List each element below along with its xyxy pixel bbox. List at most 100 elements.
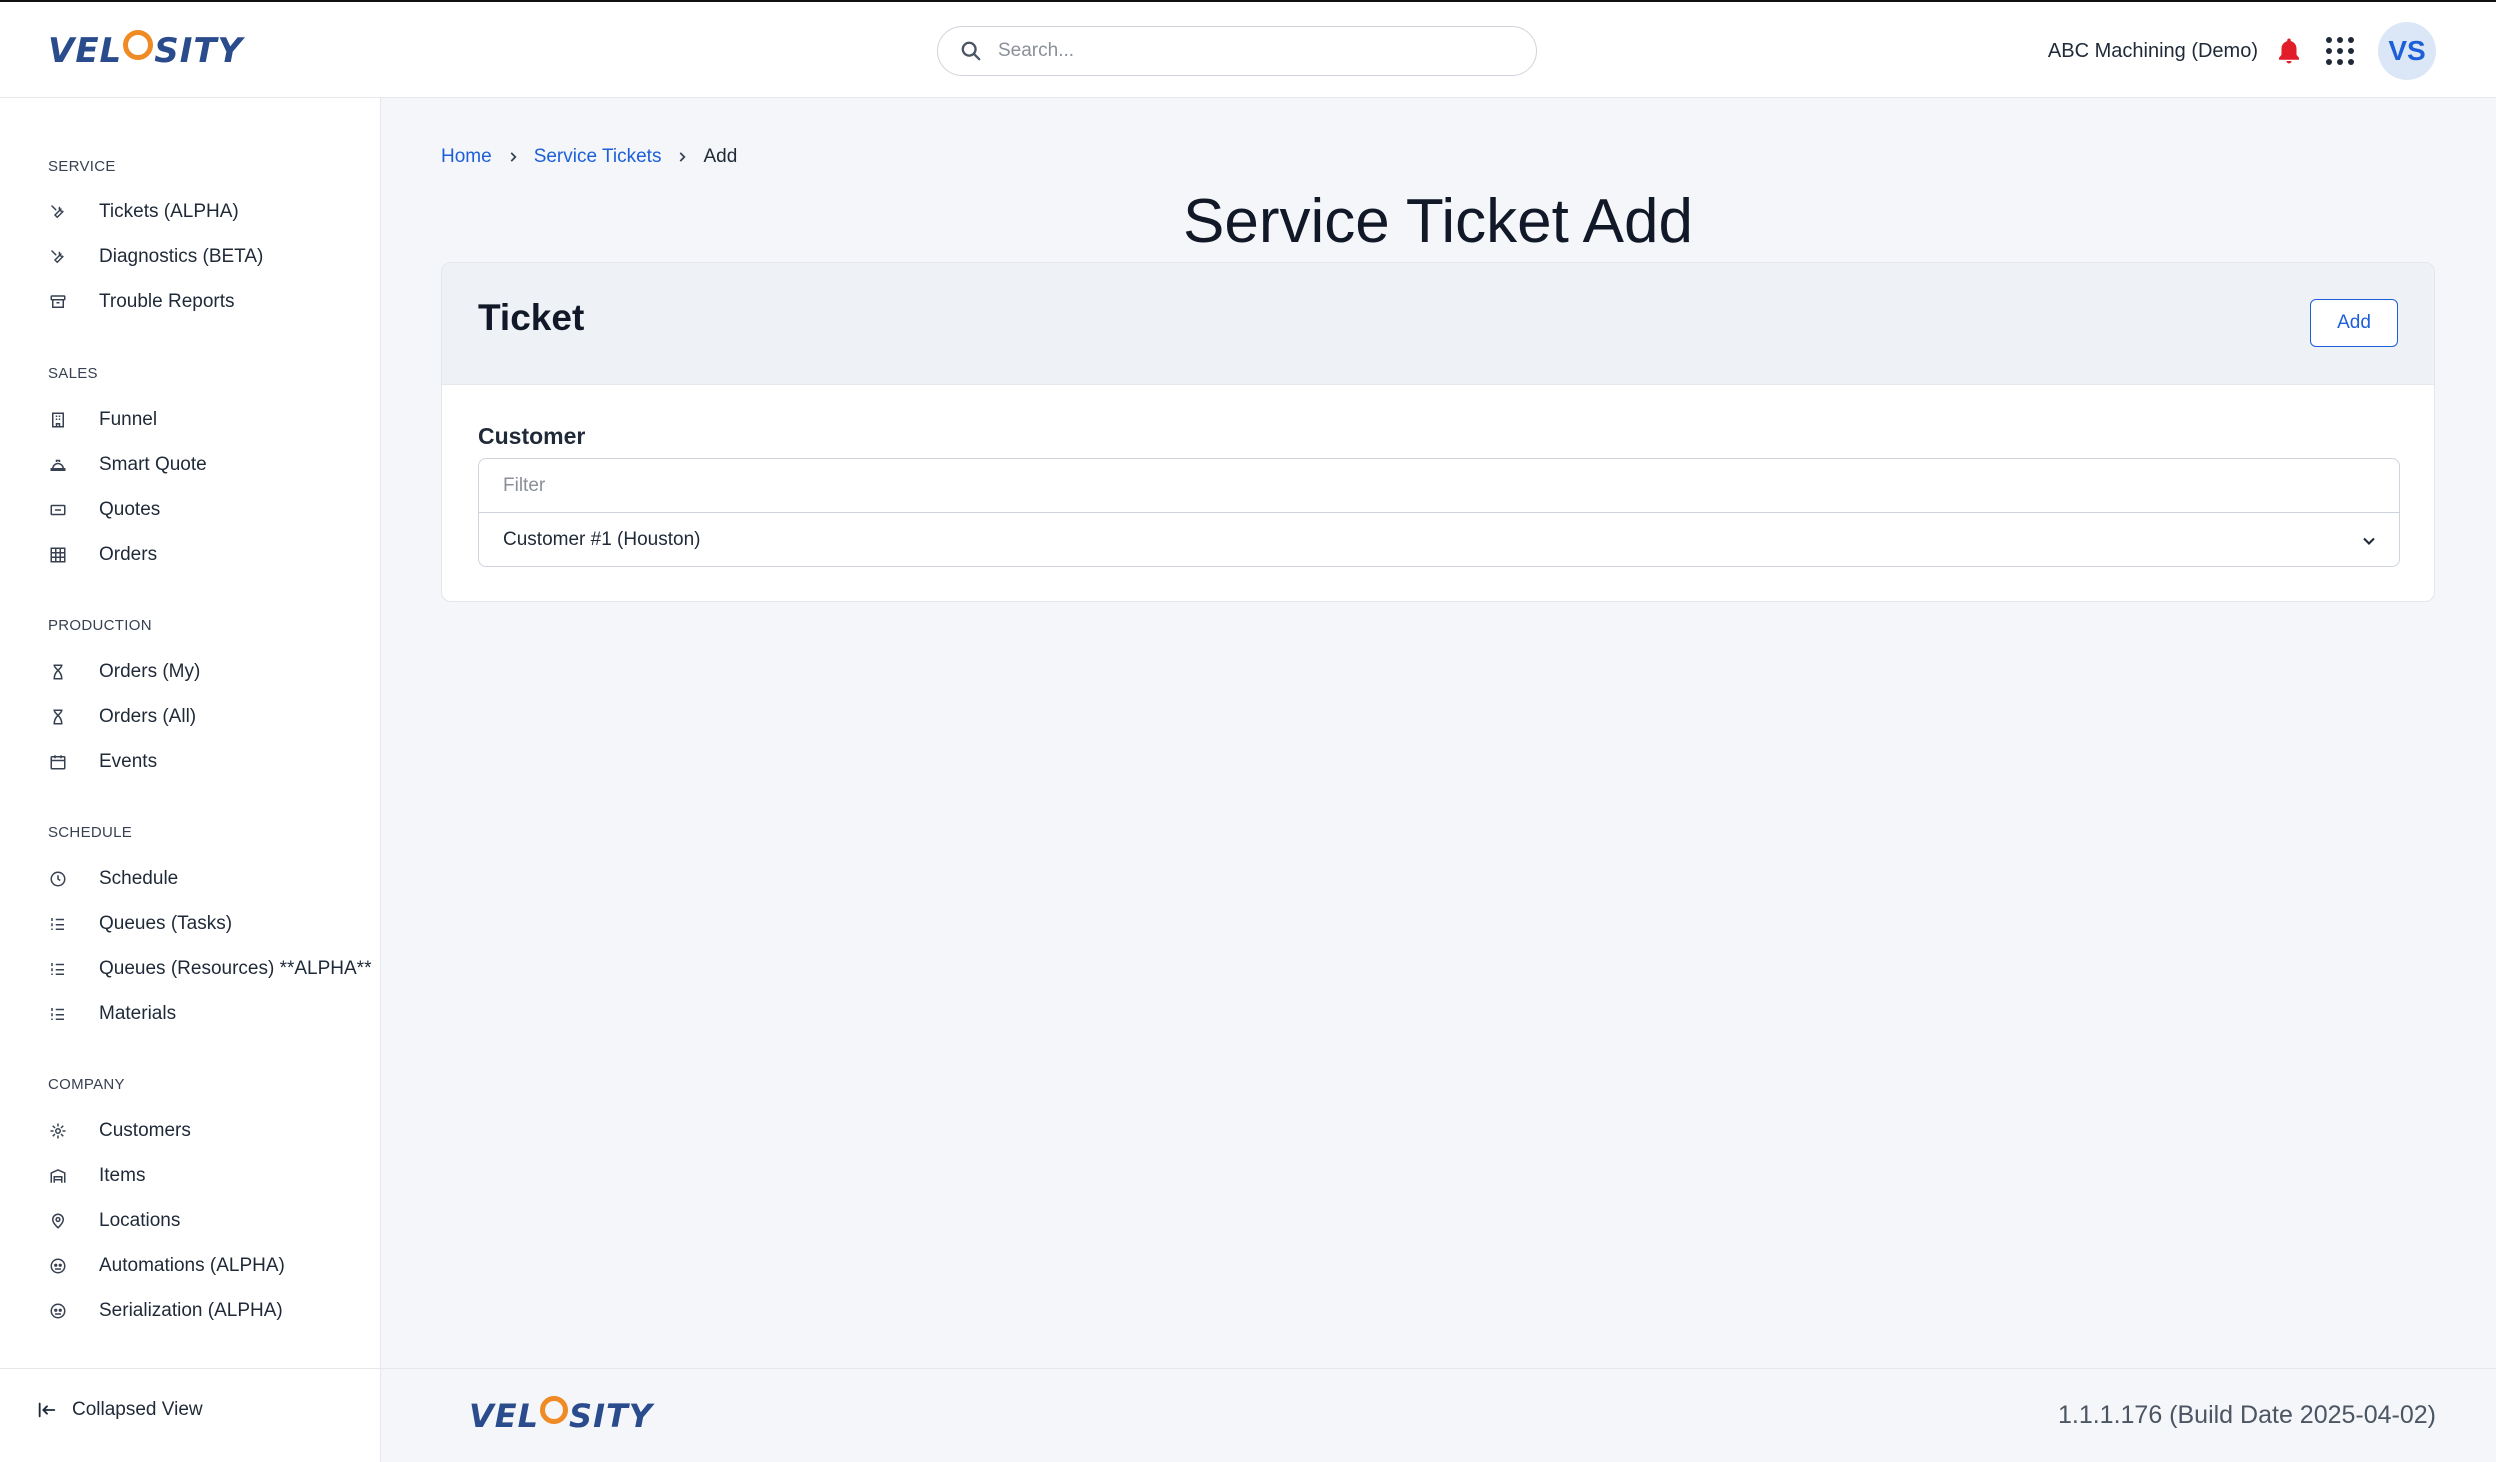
version-text: 1.1.1.176 (Build Date 2025-04-02) bbox=[2057, 1401, 2436, 1429]
bell-icon[interactable] bbox=[2274, 36, 2304, 66]
sidebar-item-label: Funnel bbox=[99, 409, 158, 430]
chevron-right-icon bbox=[680, 152, 687, 162]
sidebar-item-automations-alpha[interactable]: Automations (ALPHA) bbox=[48, 1248, 373, 1284]
calendar-icon bbox=[48, 752, 68, 772]
sidebar-item-queues-resources[interactable]: Queues (Resources) **ALPHA** bbox=[48, 951, 373, 987]
sidebar-item-diagnostics-beta[interactable]: Diagnostics (BETA) bbox=[48, 239, 373, 275]
sidebar-item-label: Diagnostics (BETA) bbox=[99, 246, 264, 267]
page-title: Service Ticket Add bbox=[1182, 187, 1694, 256]
wrench-icon bbox=[48, 247, 68, 267]
robot-icon bbox=[48, 1256, 68, 1276]
card-title: Ticket bbox=[478, 297, 585, 338]
list-icon bbox=[48, 914, 68, 934]
hourglass-icon bbox=[48, 662, 68, 682]
sidebar-section-sales: SALES bbox=[48, 365, 98, 382]
ticket-card: Ticket Add Customer Customer #1 (Houston… bbox=[441, 262, 2435, 602]
card-header: Ticket Add bbox=[442, 263, 2434, 385]
sidebar-item-schedule[interactable]: Schedule bbox=[48, 861, 373, 897]
header-actions: ABC Machining (Demo) VS bbox=[2048, 22, 2436, 80]
building-icon bbox=[48, 410, 68, 430]
customer-filter-input[interactable] bbox=[478, 458, 2400, 513]
sidebar-item-events[interactable]: Events bbox=[48, 744, 373, 780]
global-search[interactable] bbox=[937, 26, 1537, 76]
apps-grid-icon[interactable] bbox=[2326, 37, 2354, 65]
cog-icon bbox=[48, 1121, 68, 1141]
map-pin-icon bbox=[48, 1211, 68, 1231]
sidebar-section-schedule: SCHEDULE bbox=[48, 824, 133, 841]
search-icon bbox=[961, 41, 981, 61]
page-footer: VEL SITY 1.1.1.176 (Build Date 2025-04-02… bbox=[381, 1368, 2496, 1462]
search-input[interactable] bbox=[998, 40, 1498, 62]
sidebar-item-orders-all[interactable]: Orders (All) bbox=[48, 699, 373, 735]
sidebar-footer: Collapsed View bbox=[0, 1368, 381, 1462]
sidebar-item-label: Queues (Tasks) bbox=[99, 913, 233, 934]
sidebar-item-quotes[interactable]: Quotes bbox=[48, 492, 373, 528]
hourglass-icon bbox=[48, 707, 68, 727]
sidebar-item-label: Trouble Reports bbox=[99, 291, 235, 312]
list-icon bbox=[48, 1004, 68, 1024]
sidebar-item-label: Automations (ALPHA) bbox=[99, 1255, 285, 1276]
footer-logo-text-left: VEL bbox=[469, 1397, 540, 1435]
collapse-left-icon bbox=[38, 1402, 56, 1418]
sidebar-item-trouble-reports[interactable]: Trouble Reports bbox=[48, 284, 373, 320]
sidebar-item-orders[interactable]: Orders bbox=[48, 537, 373, 573]
wrench-icon bbox=[48, 202, 68, 222]
sidebar-item-label: Orders (My) bbox=[99, 661, 201, 682]
sidebar-item-queues-tasks[interactable]: Queues (Tasks) bbox=[48, 906, 373, 942]
top-bar: VEL SITY ABC Machining (Demo) VS bbox=[0, 0, 2496, 98]
sidebar-item-locations[interactable]: Locations bbox=[48, 1203, 373, 1239]
sidebar-item-label: Queues (Resources) **ALPHA** bbox=[99, 958, 372, 979]
list-icon bbox=[48, 959, 68, 979]
chevron-right-icon bbox=[510, 152, 517, 162]
sidebar-section-service: SERVICE bbox=[48, 158, 116, 175]
customer-select[interactable]: Customer #1 (Houston) bbox=[478, 512, 2400, 567]
sidebar-item-customers[interactable]: Customers bbox=[48, 1113, 373, 1149]
sidebar-item-label: Materials bbox=[99, 1003, 177, 1024]
hard-hat-icon bbox=[48, 455, 68, 475]
footer-logo-text-right: SITY bbox=[569, 1397, 653, 1435]
clock-icon bbox=[48, 869, 68, 889]
chevron-down-icon bbox=[2363, 537, 2375, 545]
sidebar-section-company: COMPANY bbox=[48, 1076, 125, 1093]
user-avatar[interactable]: VS bbox=[2378, 22, 2436, 80]
collapse-sidebar-button[interactable]: Collapsed View bbox=[36, 1399, 203, 1421]
breadcrumb: Home Service Tickets Add bbox=[441, 146, 737, 168]
sidebar-item-label: Orders bbox=[99, 544, 158, 565]
velocity-logo[interactable]: VEL SITY bbox=[48, 28, 243, 74]
customer-label: Customer bbox=[478, 423, 586, 449]
sidebar-section-production: PRODUCTION bbox=[48, 617, 152, 634]
sidebar-item-serialization-alpha[interactable]: Serialization (ALPHA) bbox=[48, 1293, 373, 1329]
logo-text-left: VEL bbox=[48, 31, 123, 71]
sidebar-item-label: Schedule bbox=[99, 868, 179, 889]
sidebar-item-label: Locations bbox=[99, 1210, 181, 1231]
organization-name[interactable]: ABC Machining (Demo) bbox=[2048, 40, 2258, 63]
sidebar-item-smart-quote[interactable]: Smart Quote bbox=[48, 447, 373, 483]
sidebar-item-label: Customers bbox=[99, 1120, 191, 1141]
table-icon bbox=[48, 545, 68, 565]
sidebar-item-label: Smart Quote bbox=[99, 454, 207, 475]
logo-text-right: SITY bbox=[154, 31, 244, 71]
logo-orbit-icon bbox=[540, 1396, 569, 1424]
sidebar-item-tickets-alpha[interactable]: Tickets (ALPHA) bbox=[48, 194, 373, 230]
breadcrumb-home[interactable]: Home bbox=[441, 146, 492, 168]
sidebar: SERVICE Tickets (ALPHA) Diagnostics (BET… bbox=[0, 98, 381, 1368]
sidebar-item-label: Tickets (ALPHA) bbox=[99, 201, 239, 222]
breadcrumb-service-tickets[interactable]: Service Tickets bbox=[534, 146, 662, 168]
sidebar-item-label: Events bbox=[99, 751, 158, 772]
sidebar-item-items[interactable]: Items bbox=[48, 1158, 373, 1194]
sidebar-item-label: Orders (All) bbox=[99, 706, 197, 727]
sidebar-item-funnel[interactable]: Funnel bbox=[48, 402, 373, 438]
breadcrumb-current: Add bbox=[703, 146, 738, 167]
sidebar-item-label: Serialization (ALPHA) bbox=[99, 1300, 283, 1321]
sidebar-item-label: Quotes bbox=[99, 499, 161, 520]
add-button[interactable]: Add bbox=[2310, 299, 2398, 347]
archive-icon bbox=[48, 292, 68, 312]
robot-icon bbox=[48, 1301, 68, 1321]
sidebar-item-orders-my[interactable]: Orders (My) bbox=[48, 654, 373, 690]
warehouse-icon bbox=[48, 1166, 68, 1186]
collapse-label: Collapsed View bbox=[72, 1399, 203, 1420]
logo-orbit-icon bbox=[123, 30, 154, 60]
sidebar-item-materials[interactable]: Materials bbox=[48, 996, 373, 1032]
footer-velocity-logo: VEL SITY bbox=[469, 1396, 653, 1435]
ticket-icon bbox=[48, 500, 68, 520]
